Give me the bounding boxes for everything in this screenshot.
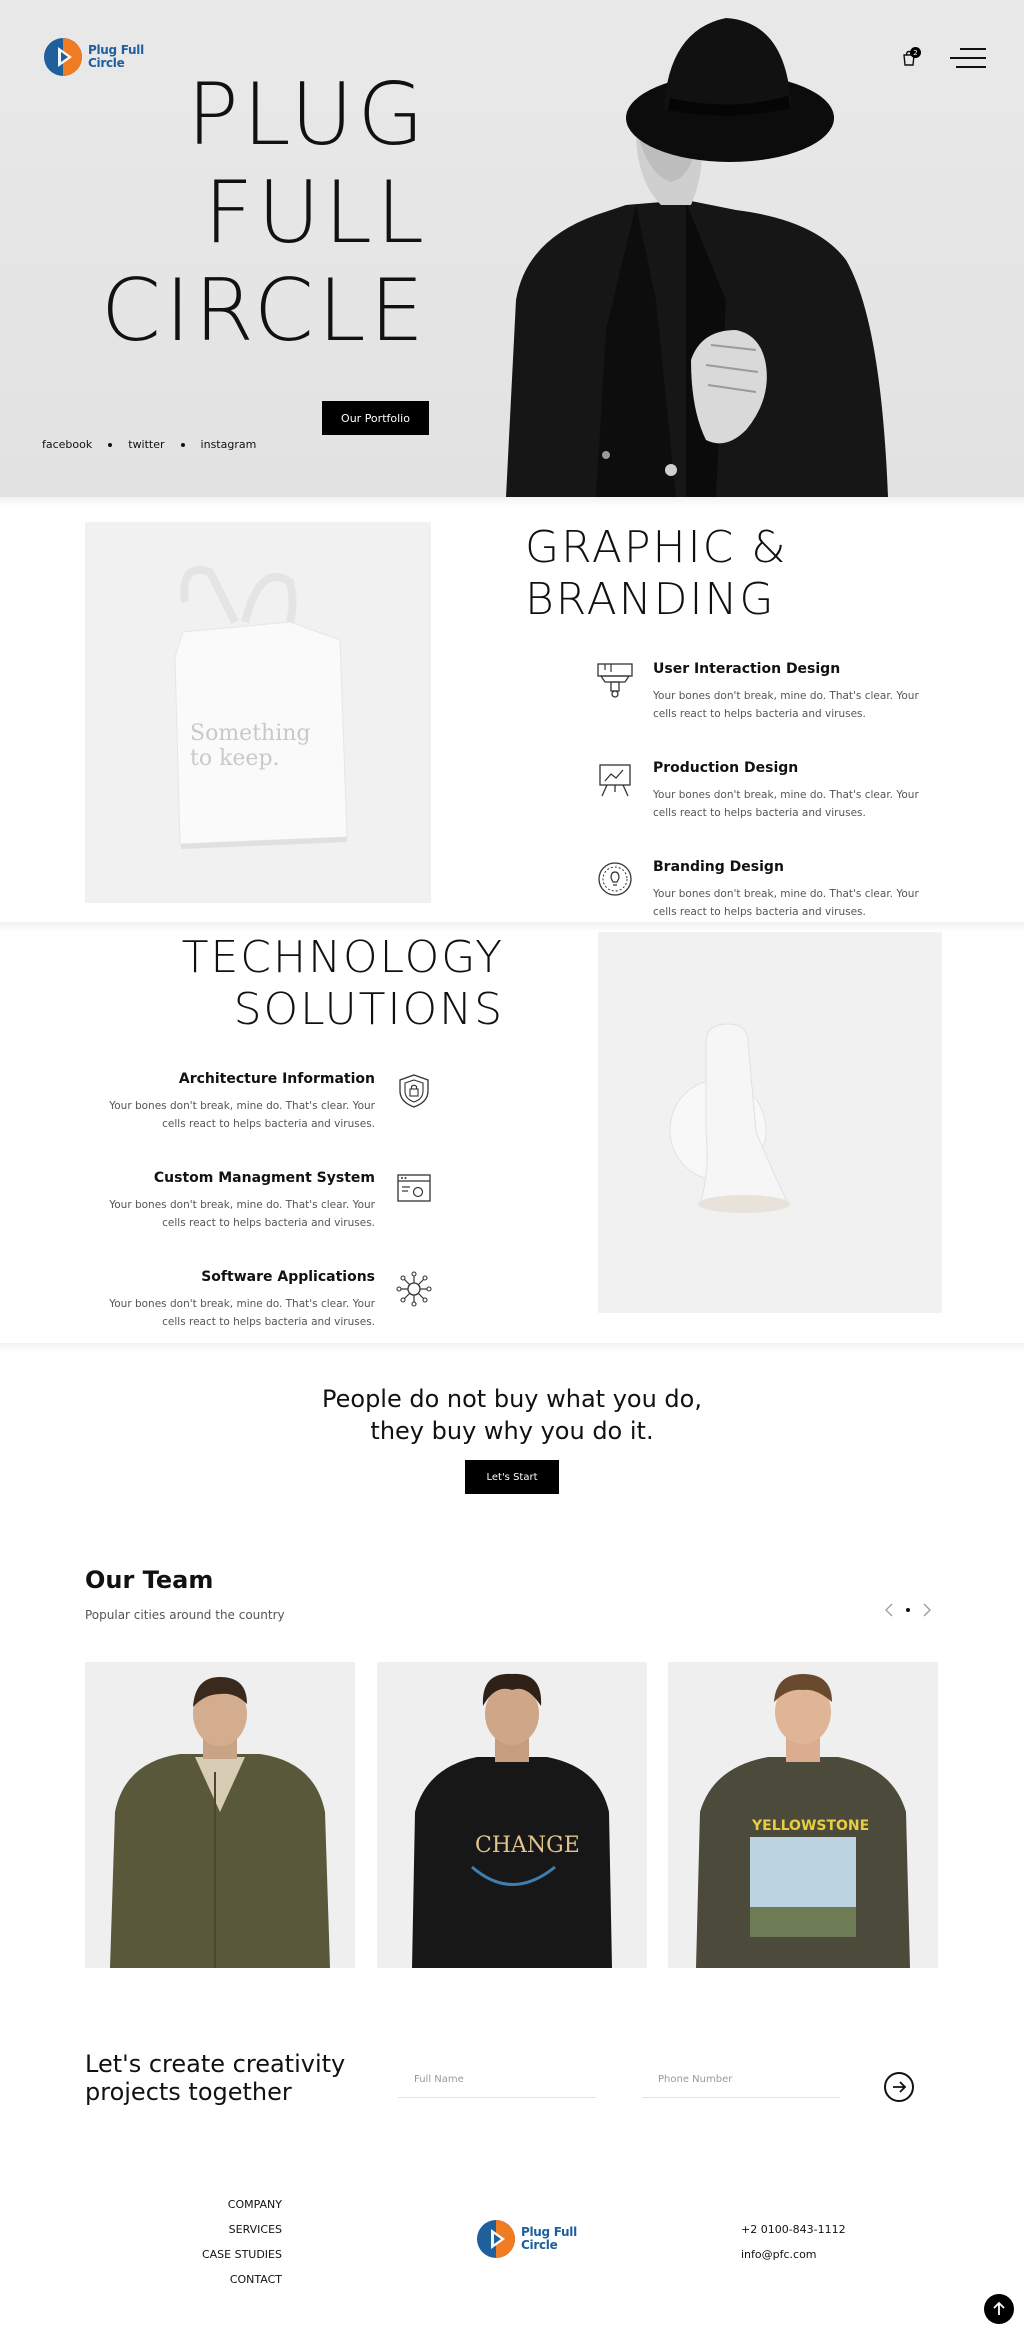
- team-member-card[interactable]: [85, 1662, 355, 1968]
- our-portfolio-button[interactable]: Our Portfolio: [322, 401, 429, 435]
- tote-bag-image: Something to keep.: [85, 522, 431, 903]
- chevron-left-icon[interactable]: [884, 1603, 894, 1617]
- feature-custom-management-system: Custom Managment System Your bones don't…: [85, 1170, 375, 1232]
- shield-icon: [399, 1074, 429, 1108]
- feature-title: Architecture Information: [178, 1071, 375, 1087]
- logo-mark-icon: [477, 2220, 515, 2258]
- team-slider-nav: [884, 1603, 932, 1617]
- feature-production-design: Production Design Your bones don't break…: [653, 760, 943, 822]
- quote-text: People do not buy what you do, they buy …: [322, 1385, 702, 1445]
- feature-text: Your bones don't break, mine do. That's …: [653, 888, 919, 918]
- social-links: facebook twitter instagram: [42, 438, 256, 451]
- contact-headline: Let's create creativity projects togethe…: [85, 2050, 346, 2106]
- arrow-up-icon[interactable]: [984, 2294, 1014, 2324]
- team-member-photo: CHANGE: [412, 1673, 612, 1968]
- footer-link-services[interactable]: SERVICES: [202, 2217, 282, 2242]
- paint-brush-icon: [597, 663, 633, 698]
- chevron-right-icon[interactable]: [922, 1603, 932, 1617]
- network-nodes-icon: [396, 1271, 432, 1307]
- feature-title: Branding Design: [653, 859, 784, 875]
- feature-title: User Interaction Design: [653, 661, 841, 677]
- feature-text: Your bones don't break, mine do. That's …: [109, 1298, 375, 1328]
- shirt-graphic-text: CHANGE: [475, 1833, 580, 1858]
- separator-dot: [108, 442, 113, 447]
- facebook-link[interactable]: facebook: [42, 438, 92, 451]
- footer-links: COMPANY SERVICES CASE STUDIES CONTACT: [202, 2192, 282, 2292]
- feature-text: Your bones don't break, mine do. That's …: [653, 690, 919, 720]
- feature-text: Your bones don't break, mine do. That's …: [653, 789, 919, 819]
- instagram-link[interactable]: instagram: [201, 438, 257, 451]
- presentation-board-icon: [599, 764, 631, 797]
- separator-dot: [180, 442, 185, 447]
- team-title: Our Team: [85, 1566, 214, 1594]
- feature-title: Production Design: [653, 760, 799, 776]
- footer-email[interactable]: info@pfc.com: [741, 2242, 846, 2267]
- feature-branding-design: Branding Design Your bones don't break, …: [653, 859, 943, 921]
- logo-mark-icon: [44, 38, 82, 76]
- technology-solutions-title: TECHNOLOGY SOLUTIONS: [181, 932, 504, 1035]
- hamburger-menu-icon[interactable]: [950, 48, 986, 68]
- wall-lamp-image: [598, 932, 942, 1313]
- team-member-card[interactable]: YELLOWSTONE: [668, 1662, 938, 1968]
- graphic-branding-title: GRAPHIC & BRANDING: [525, 522, 788, 625]
- shirt-graphic-text: YELLOWSTONE: [751, 1818, 869, 1834]
- feature-software-applications: Software Applications Your bones don't b…: [85, 1269, 375, 1331]
- hero-model-image: [506, 18, 888, 497]
- hero-title: PLUG FULL CIRCLE: [100, 65, 428, 361]
- bag-text-line1: Something: [190, 721, 311, 746]
- lightbulb-badge-icon: [598, 862, 632, 896]
- logo-text: Plug Full Circle: [521, 2225, 577, 2252]
- section-divider: [0, 1343, 1024, 1353]
- hero-section: Plug Full Circle PLUG FULL CIRCLE Our Po…: [0, 0, 1024, 497]
- team-subtitle: Popular cities around the country: [85, 1608, 285, 1622]
- team-member-card[interactable]: CHANGE: [377, 1662, 647, 1968]
- cart-count-badge: 2: [910, 47, 921, 58]
- feature-title: Custom Managment System: [153, 1170, 375, 1186]
- feature-text: Your bones don't break, mine do. That's …: [109, 1100, 375, 1130]
- footer-contact: +2 0100-843-1112 info@pfc.com: [741, 2217, 846, 2267]
- footer-phone[interactable]: +2 0100-843-1112: [741, 2217, 846, 2242]
- slider-dot[interactable]: [906, 1608, 910, 1612]
- footer-logo[interactable]: Plug Full Circle: [477, 2220, 591, 2258]
- bag-text-line2: to keep.: [190, 746, 280, 771]
- feature-text: Your bones don't break, mine do. That's …: [109, 1199, 375, 1229]
- feature-user-interaction-design: User Interaction Design Your bones don't…: [653, 661, 943, 723]
- footer-link-contact[interactable]: CONTACT: [202, 2267, 282, 2292]
- section-divider: [0, 922, 1024, 932]
- twitter-link[interactable]: twitter: [128, 438, 164, 451]
- feature-title: Software Applications: [201, 1269, 375, 1285]
- full-name-field[interactable]: Full Name: [398, 2068, 596, 2098]
- phone-number-field[interactable]: Phone Number: [642, 2068, 840, 2098]
- footer-link-company[interactable]: COMPANY: [202, 2192, 282, 2217]
- team-member-photo: [110, 1677, 330, 1968]
- arrow-right-circle-icon[interactable]: [884, 2072, 914, 2102]
- browser-gear-icon: [397, 1174, 431, 1202]
- lets-start-button[interactable]: Let's Start: [465, 1460, 559, 1494]
- team-member-photo: YELLOWSTONE: [696, 1674, 910, 1968]
- feature-architecture-information: Architecture Information Your bones don'…: [85, 1071, 375, 1133]
- section-divider: [0, 497, 1024, 507]
- footer-link-case-studies[interactable]: CASE STUDIES: [202, 2242, 282, 2267]
